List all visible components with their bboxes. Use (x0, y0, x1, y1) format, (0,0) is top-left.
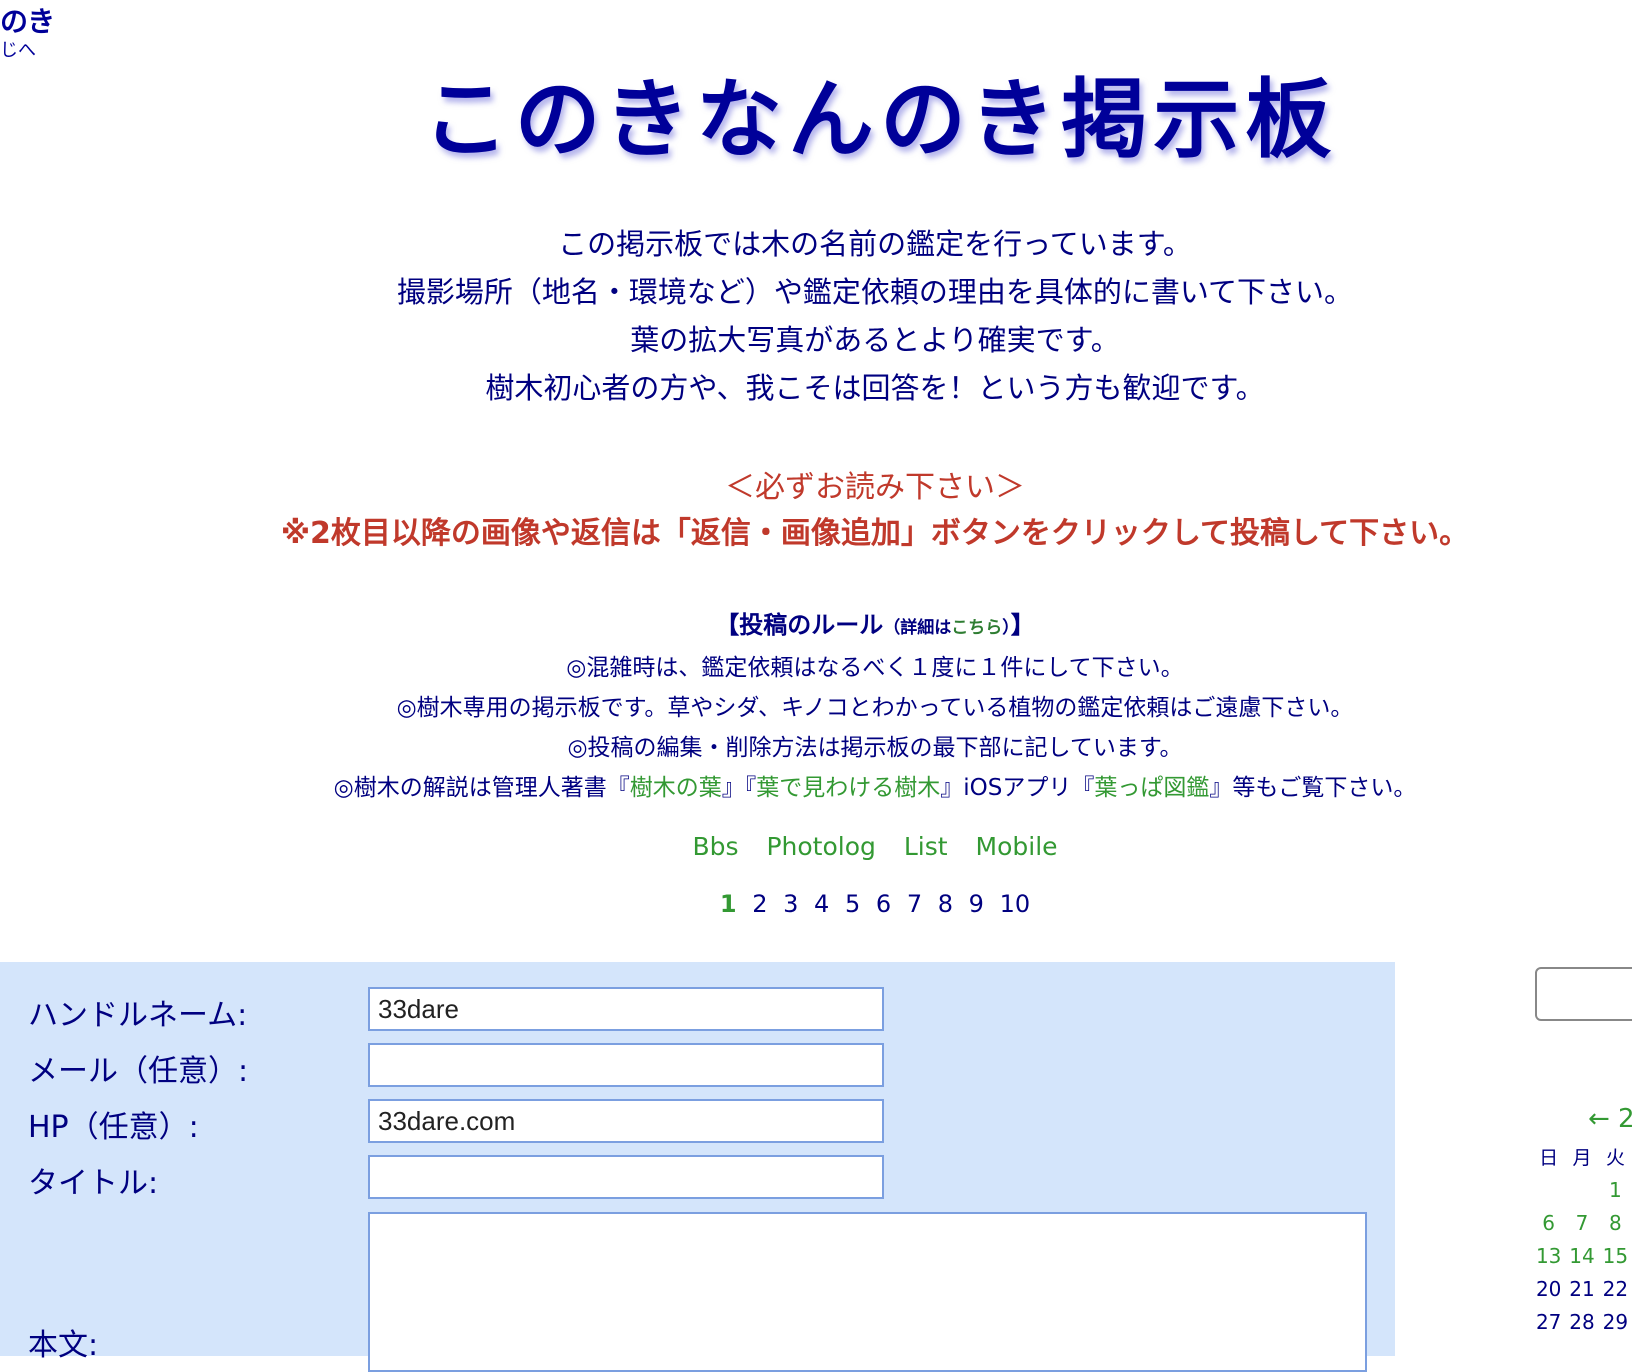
body-textarea[interactable] (368, 1212, 1367, 1372)
calendar-day: 27 (1535, 1309, 1562, 1334)
calendar-day[interactable]: 7 (1565, 1206, 1598, 1239)
page-link[interactable]: 5 (845, 890, 860, 918)
weekday-header: 日 (1539, 1147, 1559, 1169)
nav-mobile-link[interactable]: Mobile (976, 832, 1058, 861)
calendar-day (1565, 1173, 1598, 1206)
rules-title-close: 】 (1010, 611, 1035, 639)
hp-input[interactable] (368, 1099, 884, 1143)
calendar-day[interactable]: 1 (1599, 1173, 1632, 1206)
nav-list-link[interactable]: List (904, 832, 948, 861)
calendar-day: 22 (1602, 1276, 1629, 1301)
page-link[interactable]: 3 (783, 890, 798, 918)
page-link[interactable]: 6 (876, 890, 891, 918)
calendar-day: 21 (1569, 1276, 1595, 1301)
post-form: ハンドルネーム: メール（任意）: HP（任意）: タイトル: 本文: (0, 962, 1395, 1372)
calendar-grid: 日 月 火 1 6 7 8 13 14 15 20 21 22 27 28 29 (1532, 1140, 1632, 1338)
handle-label: ハンドルネーム: (28, 998, 248, 1033)
pagination: 1 2 3 4 5 6 7 8 9 10 (0, 890, 1632, 918)
calendar-day[interactable]: 6 (1532, 1206, 1565, 1239)
rules-detail-suffix: ） (1002, 618, 1011, 638)
rule-line-references: ◎樹木の解説は管理人著書『樹木の葉』『葉で見わける樹木』iOSアプリ『葉っぱ図鑑… (0, 768, 1632, 808)
rules-detail-link[interactable]: こちら (951, 618, 1002, 638)
intro-text: この掲示板では木の名前の鑑定を行っています。 撮影場所（地名・環境など）や鑑定依… (0, 220, 1632, 412)
calendar-day[interactable]: 13 (1532, 1239, 1565, 1272)
board-nav: Bbs Photolog List Mobile (0, 832, 1632, 861)
intro-line: 撮影場所（地名・環境など）や鑑定依頼の理由を具体的に書いて下さい。 (396, 275, 1354, 309)
intro-line: この掲示板では木の名前の鑑定を行っています。 (558, 227, 1192, 261)
home-link-fragment: じへ (0, 40, 36, 61)
page-link[interactable]: 7 (907, 890, 922, 918)
intro-line: 葉の拡大写真があるとより確実です。 (630, 323, 1120, 357)
nav-bbs-link[interactable]: Bbs (692, 832, 738, 861)
title-input[interactable] (368, 1155, 884, 1199)
page-link[interactable]: 8 (938, 890, 953, 918)
weekday-header: 火 (1605, 1147, 1625, 1169)
calendar: ← 2 日 月 火 1 6 7 8 13 14 15 20 21 22 27 2… (1532, 1100, 1632, 1356)
mail-label: メール（任意）: (28, 1054, 249, 1089)
rules-detail-prefix: （詳細は (883, 618, 952, 638)
calendar-prev-month-link[interactable]: ← 2 (1588, 1104, 1632, 1134)
calendar-day[interactable]: 8 (1599, 1206, 1632, 1239)
rule-line: ◎投稿の編集・削除方法は掲示板の最下部に記しています。 (567, 735, 1183, 761)
intro-line: 樹木初心者の方や、我こそは回答を！という方も歓迎です。 (485, 371, 1265, 405)
calendar-day: 28 (1569, 1309, 1595, 1334)
page-link[interactable]: 2 (752, 890, 767, 918)
site-name-fragment: のき (0, 5, 56, 38)
rule-line: ◎混雑時は、鑑定依頼はなるべく１度に１件にして下さい。 (566, 655, 1184, 681)
calendar-day[interactable]: 14 (1565, 1239, 1598, 1272)
calendar-day[interactable]: 15 (1599, 1239, 1632, 1272)
calendar-day: 20 (1535, 1276, 1562, 1301)
posting-rules: 【投稿のルール（詳細はこちら）】 ◎混雑時は、鑑定依頼はなるべく１度に１件にして… (0, 605, 1632, 808)
page-current: 1 (719, 890, 737, 918)
calendar-day (1532, 1173, 1565, 1206)
page-link[interactable]: 4 (814, 890, 829, 918)
page-link[interactable]: 9 (969, 890, 984, 918)
hp-label: HP（任意）: (28, 1110, 199, 1145)
ref-text: 』iOSアプリ『 (940, 775, 1095, 801)
handle-input[interactable] (368, 987, 884, 1031)
rule-line: ◎樹木専用の掲示板です。草やシダ、キノコとわかっている植物の鑑定依頼はご遠慮下さ… (396, 695, 1354, 721)
sidebar-search-input[interactable] (1535, 967, 1632, 1021)
body-label: 本文: (28, 1328, 99, 1363)
ref-text: 』『 (721, 775, 757, 801)
calendar-day: 29 (1602, 1309, 1629, 1334)
weekday-header: 月 (1572, 1147, 1592, 1169)
app-link-happa-zukan[interactable]: 葉っぱ図鑑 (1094, 775, 1209, 801)
rules-title: 【投稿のルール (715, 611, 884, 639)
book-link-jumoku-no-ha[interactable]: 樹木の葉 (630, 775, 722, 801)
mail-input[interactable] (368, 1043, 884, 1087)
ref-text: ◎樹木の解説は管理人著書『 (333, 775, 630, 801)
book-link-ha-de-miwakeru[interactable]: 葉で見わける樹木 (756, 775, 940, 801)
nav-photolog-link[interactable]: Photolog (766, 832, 875, 861)
notice-heading: ＜必ずお読み下さい＞ (725, 470, 1025, 505)
rules-heading: 【投稿のルール（詳細はこちら）】 (0, 605, 1632, 648)
ref-text: 』等もご覧下さい。 (1209, 775, 1417, 801)
page-link[interactable]: 10 (1000, 890, 1031, 918)
notice-text: ※2枚目以降の画像や返信は「返信・画像追加」ボタンをクリックして投稿して下さい。 (280, 516, 1470, 551)
board-logo: このきなんのき掲示板 (422, 69, 1338, 170)
title-label: タイトル: (28, 1166, 159, 1201)
